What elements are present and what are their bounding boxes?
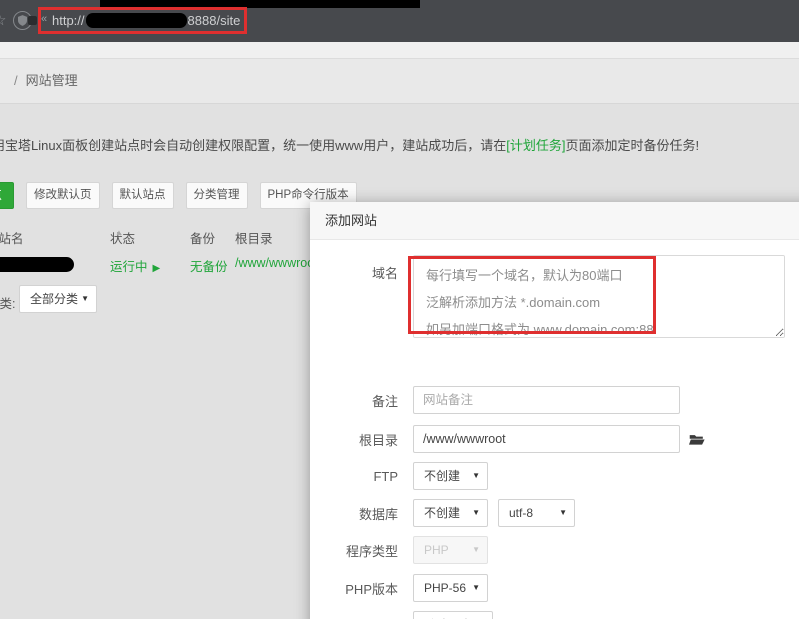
modal-header: 添加网站 <box>310 202 799 240</box>
url-prefix: http:// <box>52 13 85 28</box>
breadcrumb-current[interactable]: 网站管理 <box>26 73 78 88</box>
root-dir-label: 根目录 <box>310 430 398 449</box>
ftp-label: FTP <box>310 469 398 484</box>
field-root-dir: 根目录 <box>310 425 705 453</box>
field-app-type: 程序类型 PHP ▼ <box>310 536 488 564</box>
address-url[interactable]: http:// 8888/site <box>52 13 240 28</box>
sort-up-icon[interactable]: ▲ <box>115 228 123 237</box>
chevron-down-icon: ▼ <box>472 463 480 489</box>
modal-body: 域名 备注 根目录 FTP 不创建 <box>310 240 799 619</box>
domain-textarea[interactable] <box>413 255 785 338</box>
site-backup[interactable]: 无备份 <box>190 256 228 275</box>
breadcrumb-separator: / <box>14 73 18 88</box>
browser-address-bar: ☆ « http:// 8888/site <box>0 0 799 42</box>
category-manage-button[interactable]: 分类管理 <box>186 182 248 209</box>
field-database: 数据库 不创建 ▼ utf-8 ▼ <box>310 499 575 527</box>
add-site-button[interactable]: 添加站点 <box>0 182 14 209</box>
field-note: 备注 <box>310 386 680 414</box>
folder-icon[interactable] <box>689 433 705 446</box>
site-category-label: 网站分类 <box>310 616 398 619</box>
screen: ☆ « http:// 8888/site / 网站管理 用宝塔Linux面板创建… <box>0 0 799 619</box>
field-php-version: PHP版本 PHP-56 ▼ <box>310 574 488 602</box>
modal-title: 添加网站 <box>325 213 377 228</box>
site-category-select[interactable]: 默认分类 ▼ <box>413 611 493 619</box>
field-site-category: 网站分类 默认分类 ▼ <box>310 611 493 619</box>
star-icon[interactable]: ☆ <box>0 11 6 29</box>
site-root-path[interactable]: /www/wwwroot <box>235 256 318 270</box>
domain-label: 域名 <box>310 255 398 282</box>
chevron-down-icon: ▼ <box>472 575 480 601</box>
add-website-modal: 添加网站 域名 备注 根目录 <box>310 202 799 619</box>
filter-label: 分类: <box>0 293 15 312</box>
chevron-down-icon: ▼ <box>472 500 480 526</box>
category-filter: 分类: 全部分类 ▼ <box>0 285 78 315</box>
breadcrumb: / 网站管理 <box>0 58 799 104</box>
url-suffix: 8888/site <box>188 13 241 28</box>
col-root-dir: 根目录 <box>235 228 273 247</box>
root-dir-input[interactable] <box>413 425 680 453</box>
charset-value: utf-8 <box>509 506 533 520</box>
site-status[interactable]: 运行中▶ <box>110 256 160 275</box>
notice-before: 用宝塔Linux面板创建站点时会自动创建权限配置，统一使用www用户，建站成功后… <box>0 138 506 153</box>
category-filter-select[interactable]: 全部分类 ▼ <box>19 285 97 313</box>
php-version-value: PHP-56 <box>424 581 466 595</box>
chevron-down-icon: ▼ <box>559 500 567 526</box>
redacted-favicon <box>28 16 37 25</box>
php-version-label: PHP版本 <box>310 579 398 598</box>
field-domain: 域名 <box>310 255 785 338</box>
cron-tasks-link[interactable]: [计划任务] <box>506 138 565 153</box>
chevron-down-icon: ▼ <box>477 612 485 619</box>
modify-default-page-button[interactable]: 修改默认页 <box>26 182 100 209</box>
play-icon: ▶ <box>153 263 161 274</box>
col-backup: 备份 <box>190 228 215 247</box>
filter-value: 全部分类 <box>30 292 78 306</box>
chevron-icon: « <box>41 13 47 25</box>
chevron-down-icon: ▼ <box>81 286 89 312</box>
app-type-select: PHP ▼ <box>413 536 488 564</box>
field-ftp: FTP 不创建 ▼ <box>310 462 488 490</box>
page-top-band <box>0 42 799 58</box>
database-value: 不创建 <box>424 506 460 520</box>
database-select[interactable]: 不创建 ▼ <box>413 499 488 527</box>
note-label: 备注 <box>310 391 398 410</box>
notice-after: 页面添加定时备份任务! <box>565 138 699 153</box>
database-label: 数据库 <box>310 504 398 523</box>
redacted-tab-title <box>100 0 420 8</box>
ftp-value: 不创建 <box>424 469 460 483</box>
note-input[interactable] <box>413 386 680 414</box>
redacted-site-name <box>0 257 74 272</box>
redacted-url-host <box>86 13 187 28</box>
notice-text: 用宝塔Linux面板创建站点时会自动创建权限配置，统一使用www用户，建站成功后… <box>0 135 699 154</box>
app-type-value: PHP <box>424 543 449 557</box>
app-type-label: 程序类型 <box>310 541 398 560</box>
php-version-select[interactable]: PHP-56 ▼ <box>413 574 488 602</box>
chevron-down-icon: ▼ <box>472 537 480 563</box>
charset-select[interactable]: utf-8 ▼ <box>498 499 575 527</box>
toolbar: 添加站点 修改默认页 默认站点 分类管理 PHP命令行版本 <box>0 181 357 209</box>
ftp-select[interactable]: 不创建 ▼ <box>413 462 488 490</box>
default-site-button[interactable]: 默认站点 <box>112 182 174 209</box>
